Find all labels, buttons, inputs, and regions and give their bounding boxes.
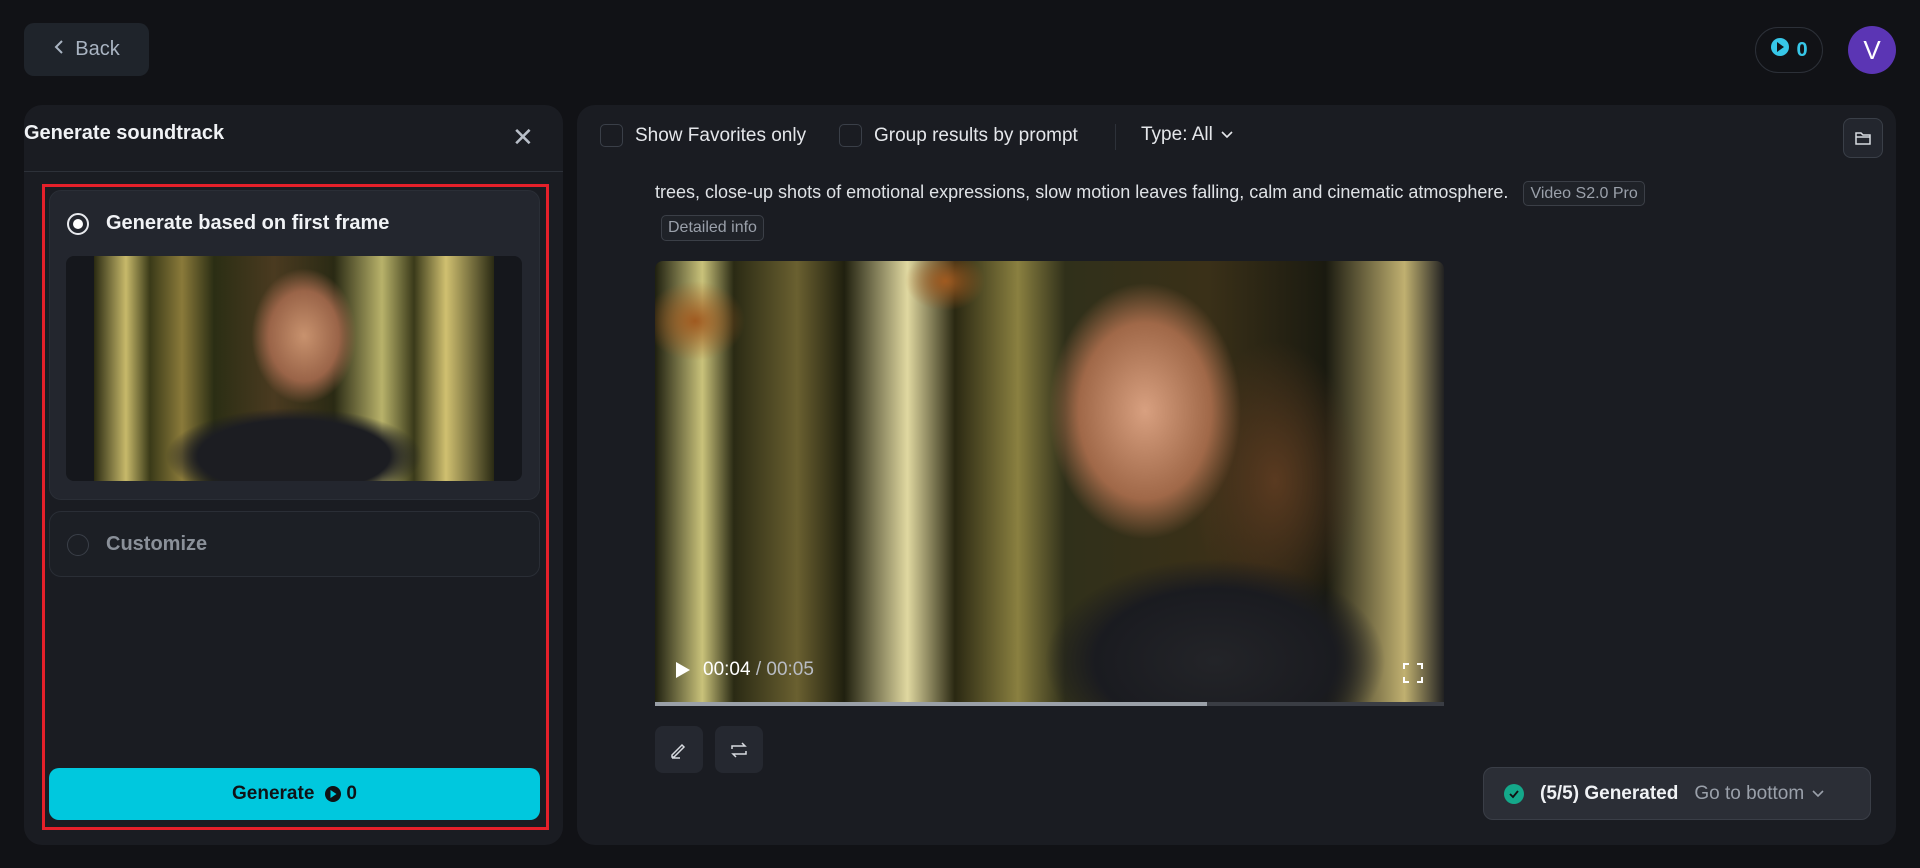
folder-icon xyxy=(1855,132,1871,145)
progress-fill xyxy=(655,702,1208,706)
type-dropdown[interactable]: Type: All xyxy=(1141,124,1233,146)
go-to-bottom-label: Go to bottom xyxy=(1694,782,1805,804)
video-progress-bar[interactable] xyxy=(655,702,1444,706)
credit-icon xyxy=(1770,37,1790,63)
go-to-bottom-button[interactable]: Go to bottom xyxy=(1694,783,1824,805)
back-button[interactable]: Back xyxy=(24,23,149,76)
type-label: Type: All xyxy=(1141,124,1213,145)
group-label: Group results by prompt xyxy=(874,124,1078,146)
video-player[interactable] xyxy=(655,261,1444,705)
edit-button[interactable] xyxy=(655,726,703,773)
video-controls: 00:04 / 00:05 xyxy=(675,659,814,681)
close-icon[interactable]: ✕ xyxy=(512,124,534,150)
prompt-text: trees, close-up shots of emotional expre… xyxy=(655,182,1509,202)
panel-title: Generate soundtrack xyxy=(24,122,225,144)
generation-status: (5/5) Generated Go to bottom xyxy=(1483,767,1871,820)
generated-count: (5/5) Generated xyxy=(1540,782,1679,804)
favorites-filter[interactable]: Show Favorites only xyxy=(600,124,806,147)
highlight-box xyxy=(42,184,549,830)
avatar-letter: V xyxy=(1863,34,1881,65)
folder-button[interactable] xyxy=(1843,118,1883,158)
favorites-checkbox[interactable] xyxy=(600,124,623,147)
chevron-down-icon xyxy=(1812,789,1824,797)
credits-count: 0 xyxy=(1796,38,1808,61)
favorites-label: Show Favorites only xyxy=(635,124,807,146)
detailed-info-button[interactable]: Detailed info xyxy=(661,215,764,241)
repeat-icon xyxy=(731,741,747,758)
group-filter[interactable]: Group results by prompt xyxy=(839,124,1078,147)
current-time: 00:04 xyxy=(703,659,751,680)
chevron-left-icon xyxy=(53,38,65,61)
fullscreen-icon[interactable] xyxy=(1403,663,1423,688)
check-circle-icon xyxy=(1504,783,1524,804)
regenerate-button[interactable] xyxy=(715,726,763,773)
prompt-text-row: trees, close-up shots of emotional expre… xyxy=(655,181,1645,206)
play-icon[interactable] xyxy=(675,661,691,679)
credits-badge[interactable]: 0 xyxy=(1755,27,1823,73)
toolbar-separator xyxy=(1115,124,1116,150)
duration: / 00:05 xyxy=(755,659,814,680)
pencil-icon xyxy=(671,743,686,759)
divider xyxy=(24,171,563,172)
chevron-down-icon xyxy=(1221,131,1233,139)
model-tag: Video S2.0 Pro xyxy=(1523,181,1645,206)
back-label: Back xyxy=(75,38,120,60)
group-checkbox[interactable] xyxy=(839,124,862,147)
avatar[interactable]: V xyxy=(1848,26,1896,74)
